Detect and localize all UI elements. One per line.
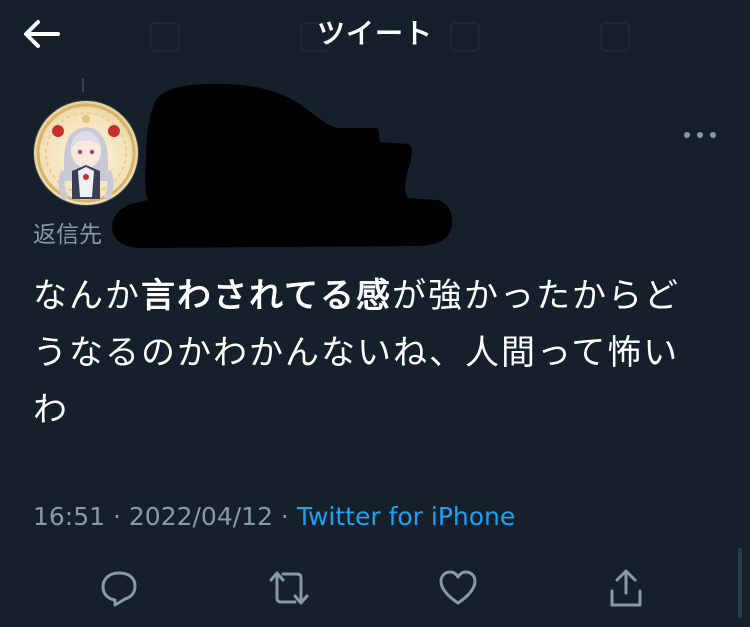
page-title: ツイート	[316, 17, 433, 50]
scrollbar[interactable]	[738, 548, 742, 618]
reply-to-label: 返信先	[33, 222, 102, 248]
tweet-metadata: 16:51 · 2022/04/12 · Twitter for iPhone	[33, 500, 515, 534]
reply-icon	[101, 571, 137, 607]
tweet-text-part: なんか	[33, 276, 141, 316]
thread-connector-line	[82, 78, 84, 92]
tweet-date[interactable]: 2022/04/12	[129, 502, 273, 531]
like-button[interactable]	[436, 566, 480, 610]
redacted-display-name	[112, 83, 453, 248]
more-options-button[interactable]	[680, 120, 720, 150]
like-icon	[439, 570, 477, 605]
tweet-time[interactable]: 16:51	[33, 502, 105, 531]
top-navigation-bar: ツイート	[0, 0, 750, 70]
tweet-text-bold: 言わされてる感	[141, 276, 392, 316]
separator: ·	[105, 502, 129, 531]
tweet-actions-bar	[0, 560, 750, 616]
retweet-button[interactable]	[267, 566, 311, 610]
separator: ·	[272, 502, 297, 531]
share-button[interactable]	[604, 566, 648, 610]
share-icon	[610, 569, 642, 607]
source-link[interactable]: Twitter for iPhone	[297, 502, 515, 531]
tweet-detail-screen: ツイート 返信先 なんか言わされてる感が強かったからどうなるのかわかんないね、人…	[0, 0, 750, 627]
reply-button[interactable]	[97, 566, 141, 610]
more-horizontal-icon	[684, 132, 716, 138]
retweet-icon	[269, 571, 309, 605]
tweet-text: なんか言わされてる感が強かったからどうなるのかわかんないね、人間って怖いわ	[33, 268, 713, 439]
